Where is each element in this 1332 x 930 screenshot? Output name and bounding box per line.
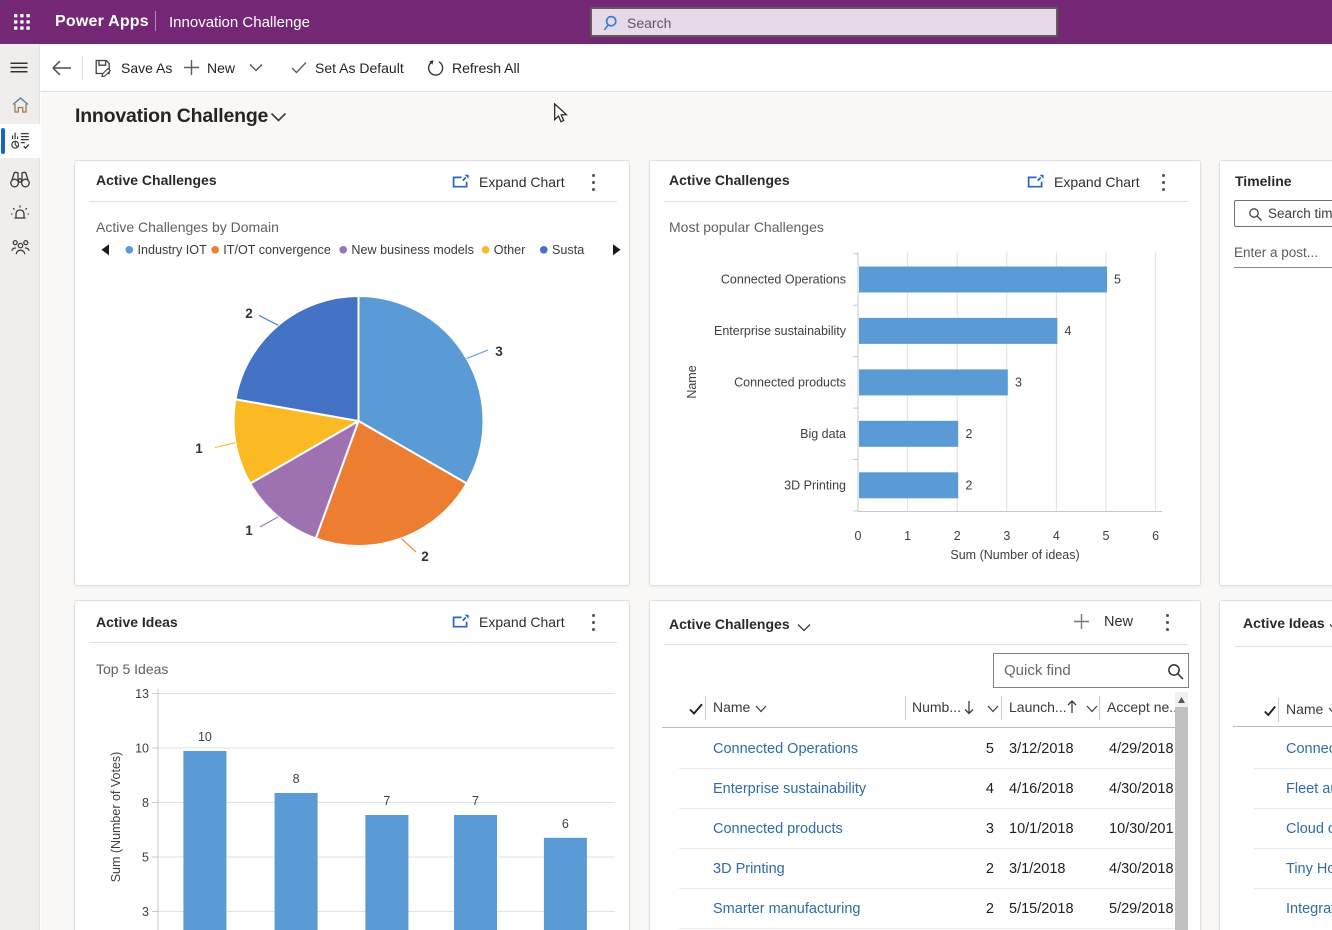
svg-text:Big data: Big data bbox=[800, 427, 846, 441]
svg-text:Other: Other bbox=[494, 243, 526, 257]
svg-text:5: 5 bbox=[142, 851, 149, 865]
svg-text:2: 2 bbox=[966, 479, 973, 493]
svg-text:4: 4 bbox=[1053, 529, 1060, 543]
svg-text:8: 8 bbox=[293, 772, 300, 786]
svg-text:Connected products: Connected products bbox=[734, 376, 846, 390]
svg-text:Connected Operations: Connected Operations bbox=[721, 273, 846, 287]
svg-text:New business models: New business models bbox=[351, 243, 474, 257]
svg-text:Sum (Number of ideas): Sum (Number of ideas) bbox=[950, 548, 1079, 562]
svg-text:1: 1 bbox=[245, 523, 253, 538]
svg-text:5: 5 bbox=[1103, 529, 1110, 543]
svg-text:IT/OT convergence: IT/OT convergence bbox=[223, 243, 331, 257]
svg-text:1: 1 bbox=[904, 529, 911, 543]
svg-text:3: 3 bbox=[142, 905, 149, 919]
svg-text:13: 13 bbox=[135, 687, 149, 701]
svg-text:3: 3 bbox=[495, 344, 503, 359]
svg-text:5: 5 bbox=[1114, 273, 1121, 287]
svg-text:2: 2 bbox=[966, 427, 973, 441]
svg-text:7: 7 bbox=[383, 794, 390, 808]
svg-text:Enterprise sustainability: Enterprise sustainability bbox=[714, 324, 847, 338]
svg-text:4: 4 bbox=[1065, 324, 1072, 338]
svg-text:10: 10 bbox=[198, 730, 212, 744]
svg-text:7: 7 bbox=[472, 794, 479, 808]
svg-text:Industry IOT: Industry IOT bbox=[138, 243, 208, 257]
svg-text:0: 0 bbox=[855, 529, 862, 543]
svg-text:3: 3 bbox=[1015, 376, 1022, 390]
svg-text:2: 2 bbox=[421, 549, 429, 564]
svg-text:3: 3 bbox=[1003, 529, 1010, 543]
svg-text:6: 6 bbox=[562, 817, 569, 831]
svg-text:6: 6 bbox=[1152, 529, 1159, 543]
svg-text:Sum (Number of Votes): Sum (Number of Votes) bbox=[109, 752, 123, 883]
svg-text:Susta: Susta bbox=[552, 243, 584, 257]
svg-text:Name: Name bbox=[685, 365, 699, 398]
svg-text:2: 2 bbox=[954, 529, 961, 543]
svg-text:10: 10 bbox=[135, 742, 149, 756]
svg-text:3D Printing: 3D Printing bbox=[784, 479, 846, 493]
svg-text:2: 2 bbox=[245, 306, 253, 321]
svg-text:8: 8 bbox=[142, 796, 149, 810]
svg-text:1: 1 bbox=[195, 441, 203, 456]
